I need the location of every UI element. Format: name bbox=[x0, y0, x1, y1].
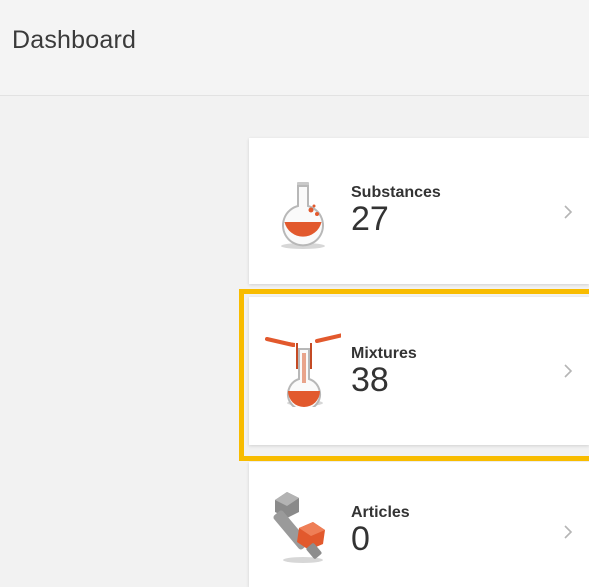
card-count-articles: 0 bbox=[351, 520, 370, 558]
header: Dashboard bbox=[0, 0, 589, 96]
bolt-nut-icon bbox=[273, 492, 325, 563]
chevron-right-icon bbox=[564, 205, 573, 219]
page-title: Dashboard bbox=[12, 26, 137, 54]
flask-icon bbox=[281, 182, 325, 249]
substances-card[interactable]: Substances 27 bbox=[249, 138, 589, 284]
chevron-right-icon bbox=[564, 364, 573, 378]
chevron-right-icon bbox=[564, 525, 573, 539]
card-count-substances: 27 bbox=[351, 200, 389, 238]
articles-card[interactable]: Articles 0 bbox=[249, 462, 589, 587]
card-count-mixtures: 38 bbox=[351, 361, 389, 399]
mixing-flasks-icon bbox=[265, 333, 341, 407]
mixtures-card[interactable]: Mixtures 38 bbox=[249, 297, 589, 445]
